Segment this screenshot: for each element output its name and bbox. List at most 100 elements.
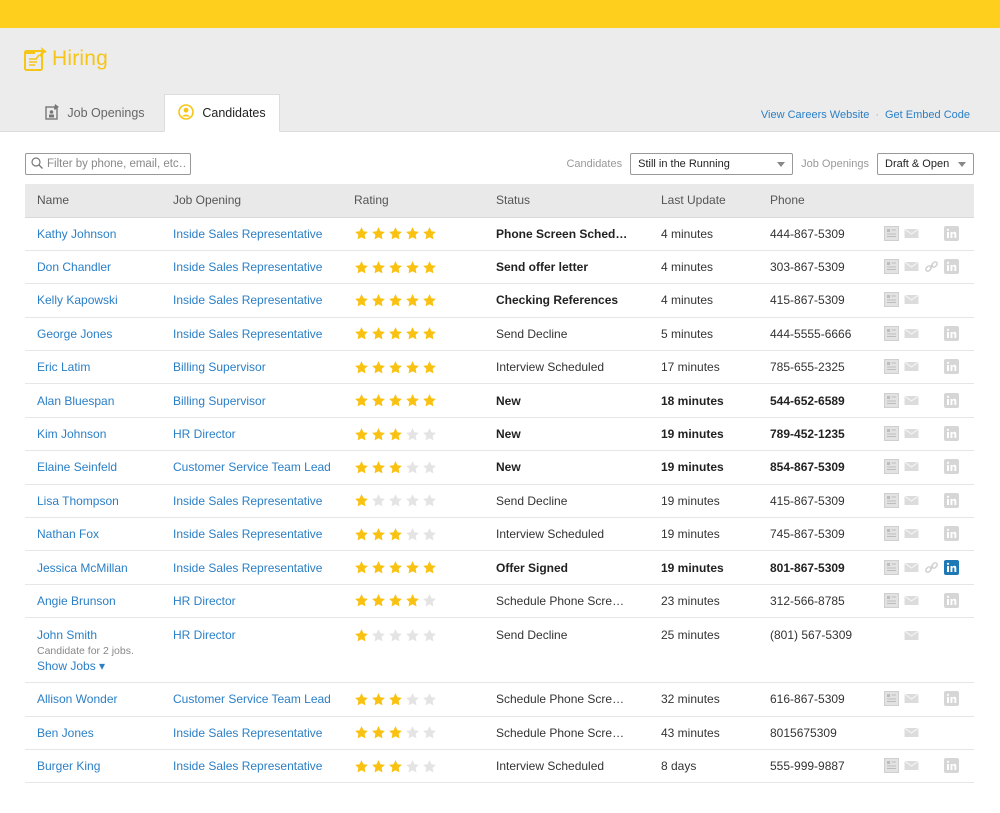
get-embed-code-link[interactable]: Get Embed Code (885, 109, 970, 121)
mail-icon[interactable] (904, 359, 919, 374)
table-row[interactable]: Kelly Kapowski Inside Sales Representativ… (25, 284, 974, 318)
linkedin-icon[interactable] (944, 259, 959, 275)
resume-icon[interactable] (884, 691, 899, 707)
star-empty-icon[interactable] (405, 427, 420, 442)
mail-icon[interactable] (904, 393, 919, 408)
job-opening-link[interactable]: HR Director (173, 427, 236, 441)
star-filled-icon[interactable] (405, 560, 420, 575)
star-empty-icon[interactable] (405, 460, 420, 475)
job-opening-link[interactable]: Billing Supervisor (173, 394, 266, 408)
candidates-select[interactable]: Still in the Running (630, 153, 794, 175)
mail-icon[interactable] (904, 493, 919, 508)
candidate-name-link[interactable]: Don Chandler (37, 260, 161, 274)
candidate-name-link[interactable]: Eric Latim (37, 360, 161, 374)
column-header-status[interactable]: Status (484, 184, 649, 218)
job-opening-link[interactable]: Customer Service Team Lead (173, 460, 331, 474)
star-filled-icon[interactable] (354, 560, 369, 575)
star-filled-icon[interactable] (405, 226, 420, 241)
view-careers-website-link[interactable]: View Careers Website (761, 109, 869, 121)
star-empty-icon[interactable] (371, 628, 386, 643)
star-filled-icon[interactable] (354, 527, 369, 542)
resume-icon[interactable] (884, 392, 899, 408)
star-empty-icon[interactable] (405, 725, 420, 740)
star-filled-icon[interactable] (371, 759, 386, 774)
table-row[interactable]: Ben Jones Inside Sales Representative Sche… (25, 716, 974, 750)
star-filled-icon[interactable] (371, 226, 386, 241)
rating-stars[interactable] (354, 560, 484, 575)
star-empty-icon[interactable] (422, 493, 437, 508)
job-opening-link[interactable]: Inside Sales Representative (173, 327, 322, 341)
star-filled-icon[interactable] (388, 293, 403, 308)
linkedin-icon[interactable] (944, 526, 959, 542)
show-jobs-link[interactable]: Show Jobs ▾ (37, 659, 161, 673)
mail-icon[interactable] (904, 725, 919, 740)
job-opening-link[interactable]: HR Director (173, 594, 236, 608)
star-filled-icon[interactable] (371, 427, 386, 442)
star-empty-icon[interactable] (371, 493, 386, 508)
linkedin-icon[interactable] (944, 426, 959, 442)
star-empty-icon[interactable] (405, 628, 420, 643)
star-filled-icon[interactable] (422, 293, 437, 308)
star-filled-icon[interactable] (422, 360, 437, 375)
candidate-name-link[interactable]: Alan Bluespan (37, 394, 161, 408)
candidate-name-link[interactable]: Angie Brunson (37, 594, 161, 608)
linkedin-icon[interactable] (944, 758, 959, 774)
mail-icon[interactable] (904, 691, 919, 706)
star-empty-icon[interactable] (405, 527, 420, 542)
star-filled-icon[interactable] (354, 493, 369, 508)
star-filled-icon[interactable] (422, 326, 437, 341)
linkedin-icon[interactable] (944, 492, 959, 508)
filter-field[interactable] (25, 153, 191, 175)
resume-icon[interactable] (884, 225, 899, 241)
star-empty-icon[interactable] (405, 759, 420, 774)
star-filled-icon[interactable] (388, 692, 403, 707)
rating-stars[interactable] (354, 460, 484, 475)
table-row[interactable]: Alan Bluespan Billing Supervisor New 18 min… (25, 384, 974, 418)
resume-icon[interactable] (884, 559, 899, 575)
star-empty-icon[interactable] (388, 628, 403, 643)
star-filled-icon[interactable] (405, 393, 420, 408)
star-filled-icon[interactable] (405, 360, 420, 375)
star-filled-icon[interactable] (371, 293, 386, 308)
job-opening-link[interactable]: Inside Sales Representative (173, 527, 322, 541)
mail-icon[interactable] (904, 593, 919, 608)
mail-icon[interactable] (904, 628, 919, 643)
linkedin-icon[interactable] (944, 392, 959, 408)
candidate-name-link[interactable]: Kelly Kapowski (37, 293, 161, 307)
candidate-name-link[interactable]: George Jones (37, 327, 161, 341)
linkedin-icon[interactable] (944, 459, 959, 475)
table-row[interactable]: Elaine Seinfeld Customer Service Team Lea… (25, 451, 974, 485)
star-filled-icon[interactable] (422, 226, 437, 241)
link-icon[interactable] (924, 259, 939, 274)
star-filled-icon[interactable] (388, 360, 403, 375)
job-opening-link[interactable]: Inside Sales Representative (173, 759, 322, 773)
table-row[interactable]: John Smith Candidate for 2 jobs. Show Jobs… (25, 618, 974, 683)
column-header-name[interactable]: Name (25, 184, 161, 218)
star-filled-icon[interactable] (405, 260, 420, 275)
star-empty-icon[interactable] (405, 692, 420, 707)
table-row[interactable]: Kathy Johnson Inside Sales Representative… (25, 217, 974, 251)
rating-stars[interactable] (354, 692, 484, 707)
filter-input[interactable] (47, 158, 187, 170)
job-opening-link[interactable]: Inside Sales Representative (173, 260, 322, 274)
star-filled-icon[interactable] (422, 260, 437, 275)
job-opening-link[interactable]: Inside Sales Representative (173, 293, 322, 307)
table-row[interactable]: Lisa Thompson Inside Sales Representative… (25, 484, 974, 518)
job-opening-link[interactable]: Inside Sales Representative (173, 561, 322, 575)
star-filled-icon[interactable] (354, 226, 369, 241)
star-filled-icon[interactable] (422, 560, 437, 575)
table-row[interactable]: Jessica McMillan Inside Sales Representat… (25, 551, 974, 585)
star-filled-icon[interactable] (371, 560, 386, 575)
star-filled-icon[interactable] (388, 593, 403, 608)
mail-icon[interactable] (904, 526, 919, 541)
linkedin-icon[interactable] (944, 691, 959, 707)
job-opening-link[interactable]: Billing Supervisor (173, 360, 266, 374)
column-header-rating[interactable]: Rating (342, 184, 484, 218)
star-filled-icon[interactable] (388, 759, 403, 774)
star-filled-icon[interactable] (354, 759, 369, 774)
table-row[interactable]: George Jones Inside Sales Representative S… (25, 317, 974, 351)
candidate-name-link[interactable]: Kathy Johnson (37, 227, 161, 241)
star-empty-icon[interactable] (422, 692, 437, 707)
star-filled-icon[interactable] (371, 527, 386, 542)
star-filled-icon[interactable] (371, 260, 386, 275)
